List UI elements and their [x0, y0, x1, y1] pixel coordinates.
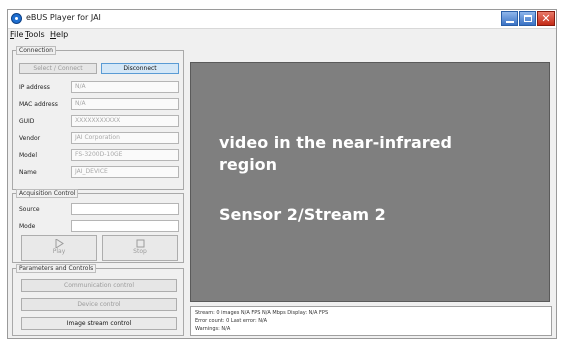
- menu-bar: File Tools Help: [8, 29, 556, 41]
- video-display[interactable]: video in the near-infrared region Sensor…: [190, 62, 550, 302]
- stop-icon: [136, 239, 144, 248]
- app-window: eBUS Player for JAI ✕ File Tools Help Co…: [7, 9, 557, 339]
- parameters-title: Parameters and Controls: [16, 264, 97, 273]
- maximize-button[interactable]: [519, 11, 536, 26]
- model-label: Model: [19, 152, 38, 159]
- disconnect-button[interactable]: Disconnect: [101, 63, 179, 74]
- acquisition-control-group: Acquisition Control Source Mode Play Sto…: [12, 189, 184, 263]
- acquisition-control-title: Acquisition Control: [16, 189, 79, 198]
- name-field: JAI_DEVICE: [71, 166, 179, 178]
- window-title: eBUS Player for JAI: [26, 13, 101, 22]
- display-text-line2: region: [219, 155, 278, 174]
- display-text-sensor: Sensor 2/Stream 2: [219, 205, 386, 224]
- connection-group: Connection Select / Connect Disconnect I…: [12, 46, 184, 190]
- name-label: Name: [19, 169, 37, 176]
- mac-address-label: MAC address: [19, 101, 58, 108]
- title-bar[interactable]: eBUS Player for JAI ✕: [8, 10, 556, 29]
- guid-field: XXXXXXXXXXX: [71, 115, 179, 127]
- device-control-button[interactable]: Device control: [21, 298, 177, 311]
- play-button[interactable]: Play: [21, 235, 97, 261]
- model-field: FS-3200D-10GE: [71, 149, 179, 161]
- close-icon: ✕: [541, 12, 551, 25]
- ebus-app-icon: [11, 13, 22, 24]
- connection-title: Connection: [16, 46, 56, 55]
- mode-label: Mode: [19, 223, 36, 230]
- ip-address-field: N/A: [71, 81, 179, 93]
- communication-control-button[interactable]: Communication control: [21, 279, 177, 292]
- mac-address-field: N/A: [71, 98, 179, 110]
- guid-label: GUID: [19, 118, 35, 125]
- source-label: Source: [19, 206, 40, 213]
- close-button[interactable]: ✕: [537, 11, 555, 26]
- status-stream: Stream: 0 images N/A FPS N/A Mbps Displa…: [195, 310, 329, 316]
- play-icon: [55, 239, 64, 248]
- menu-help[interactable]: Help: [50, 30, 68, 39]
- maximize-icon: [524, 15, 532, 22]
- image-stream-control-button[interactable]: Image stream control: [21, 317, 177, 330]
- status-warnings: Warnings: N/A: [195, 326, 231, 332]
- display-text-line1: video in the near-infrared: [219, 133, 452, 152]
- ip-address-label: IP address: [19, 84, 50, 91]
- vendor-field: JAI Corporation: [71, 132, 179, 144]
- status-panel: Stream: 0 images N/A FPS N/A Mbps Displa…: [190, 306, 552, 336]
- play-label: Play: [52, 248, 66, 255]
- stop-label: Stop: [133, 248, 147, 255]
- menu-file[interactable]: File: [10, 30, 23, 39]
- minimize-button[interactable]: [501, 11, 518, 26]
- vendor-label: Vendor: [19, 135, 41, 142]
- select-connect-button[interactable]: Select / Connect: [19, 63, 97, 74]
- mode-select[interactable]: [71, 220, 179, 232]
- minimize-icon: [506, 21, 514, 23]
- menu-tools[interactable]: Tools: [25, 30, 45, 39]
- stop-button[interactable]: Stop: [102, 235, 178, 261]
- source-select[interactable]: [71, 203, 179, 215]
- parameters-group: Parameters and Controls Communication co…: [12, 264, 184, 336]
- status-errors: Error count: 0 Last error: N/A: [195, 318, 268, 324]
